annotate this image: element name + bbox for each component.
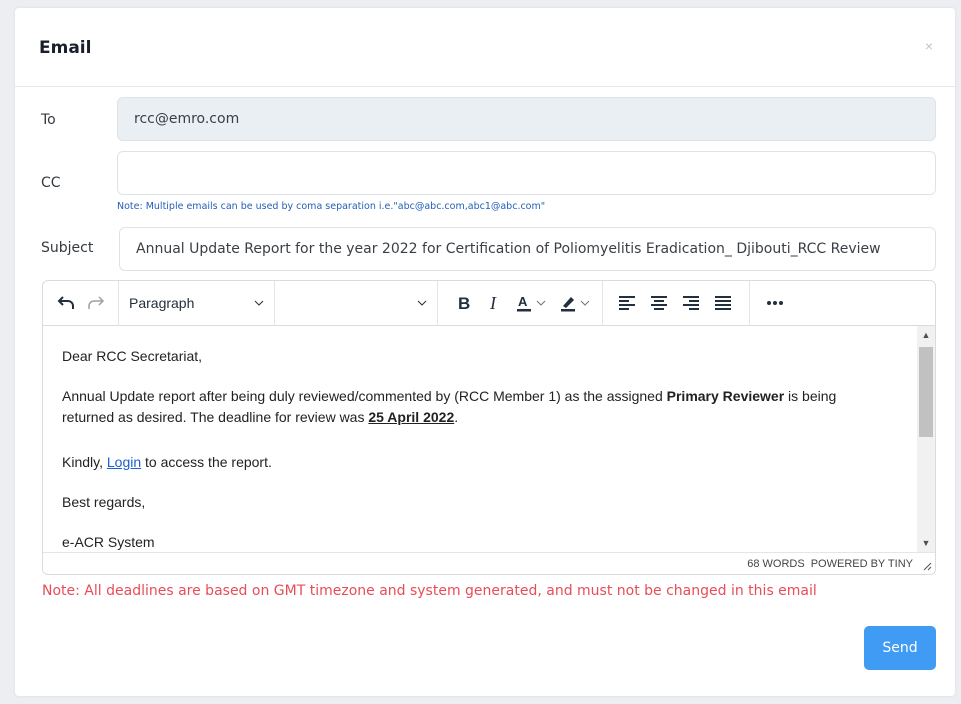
svg-text:B: B — [458, 295, 470, 311]
para2-text: Kindly, — [62, 454, 107, 470]
rich-text-editor: Paragraph B I A Dear RCC Secretariat, An… — [42, 280, 936, 575]
font-select[interactable] — [275, 288, 437, 318]
italic-icon[interactable]: I — [480, 288, 510, 318]
align-right-icon[interactable] — [675, 288, 707, 318]
svg-text:A: A — [518, 294, 528, 309]
signature-text: e-ACR System — [62, 534, 155, 550]
text-color-icon[interactable]: A — [510, 288, 554, 318]
redo-icon[interactable] — [81, 288, 111, 318]
deadline-date: 25 April 2022 — [368, 409, 455, 425]
email-modal: Email × To rcc@emro.com CC Note: Multipl… — [15, 8, 955, 696]
close-icon[interactable]: × — [925, 39, 933, 53]
align-center-icon[interactable] — [643, 288, 675, 318]
powered-by[interactable]: POWERED BY TINY — [811, 558, 913, 570]
subject-label: Subject — [41, 240, 94, 256]
closing-text: Best regards, — [62, 494, 146, 510]
cc-label: CC — [41, 175, 61, 191]
to-value: rcc@emro.com — [134, 111, 240, 127]
cc-hint: Note: Multiple emails can be used by com… — [117, 201, 546, 212]
para1-end: . — [454, 409, 459, 425]
resize-handle-icon[interactable] — [922, 561, 932, 571]
subject-field[interactable]: Annual Update Report for the year 2022 f… — [119, 227, 936, 271]
body-paragraph: Annual Update report after being duly re… — [62, 386, 882, 428]
login-link[interactable]: Login — [107, 454, 141, 470]
para1-text: Annual Update report after being duly re… — [62, 388, 667, 404]
send-button[interactable]: Send — [864, 626, 936, 670]
to-field[interactable]: rcc@emro.com — [117, 97, 936, 141]
scroll-thumb[interactable] — [919, 347, 933, 437]
block-format-select[interactable]: Paragraph — [119, 288, 274, 318]
greeting-text: Dear RCC Secretariat, — [62, 348, 203, 364]
block-format-value: Paragraph — [129, 295, 195, 311]
modal-title: Email — [39, 38, 92, 58]
scroll-up-icon[interactable]: ▲ — [917, 328, 935, 342]
scroll-down-icon[interactable]: ▼ — [917, 536, 935, 550]
deadline-note: Note: All deadlines are based on GMT tim… — [42, 583, 817, 599]
login-paragraph: Kindly, Login to access the report. — [62, 452, 882, 472]
chevron-down-icon — [417, 300, 427, 306]
to-label: To — [41, 112, 56, 128]
chevron-down-icon — [254, 300, 264, 306]
para2-text-2: to access the report. — [141, 454, 272, 470]
align-justify-icon[interactable] — [707, 288, 739, 318]
editor-toolbar: Paragraph B I A — [43, 281, 935, 326]
highlight-icon[interactable] — [554, 288, 598, 318]
editor-scrollbar[interactable]: ▲ ▼ — [917, 326, 935, 552]
more-icon[interactable] — [750, 288, 800, 318]
subject-value: Annual Update Report for the year 2022 f… — [136, 241, 881, 257]
svg-text:I: I — [489, 295, 497, 311]
bold-icon[interactable]: B — [448, 288, 480, 318]
word-count[interactable]: 68 WORDS — [747, 558, 804, 570]
cc-field[interactable] — [117, 151, 936, 195]
editor-statusbar: 68 WORDS POWERED BY TINY — [43, 552, 935, 574]
editor-content[interactable]: Dear RCC Secretariat, Annual Update repo… — [43, 326, 935, 552]
primary-reviewer-text: Primary Reviewer — [666, 388, 785, 404]
align-left-icon[interactable] — [611, 288, 643, 318]
undo-icon[interactable] — [51, 288, 81, 318]
modal-header: Email × — [15, 8, 955, 87]
